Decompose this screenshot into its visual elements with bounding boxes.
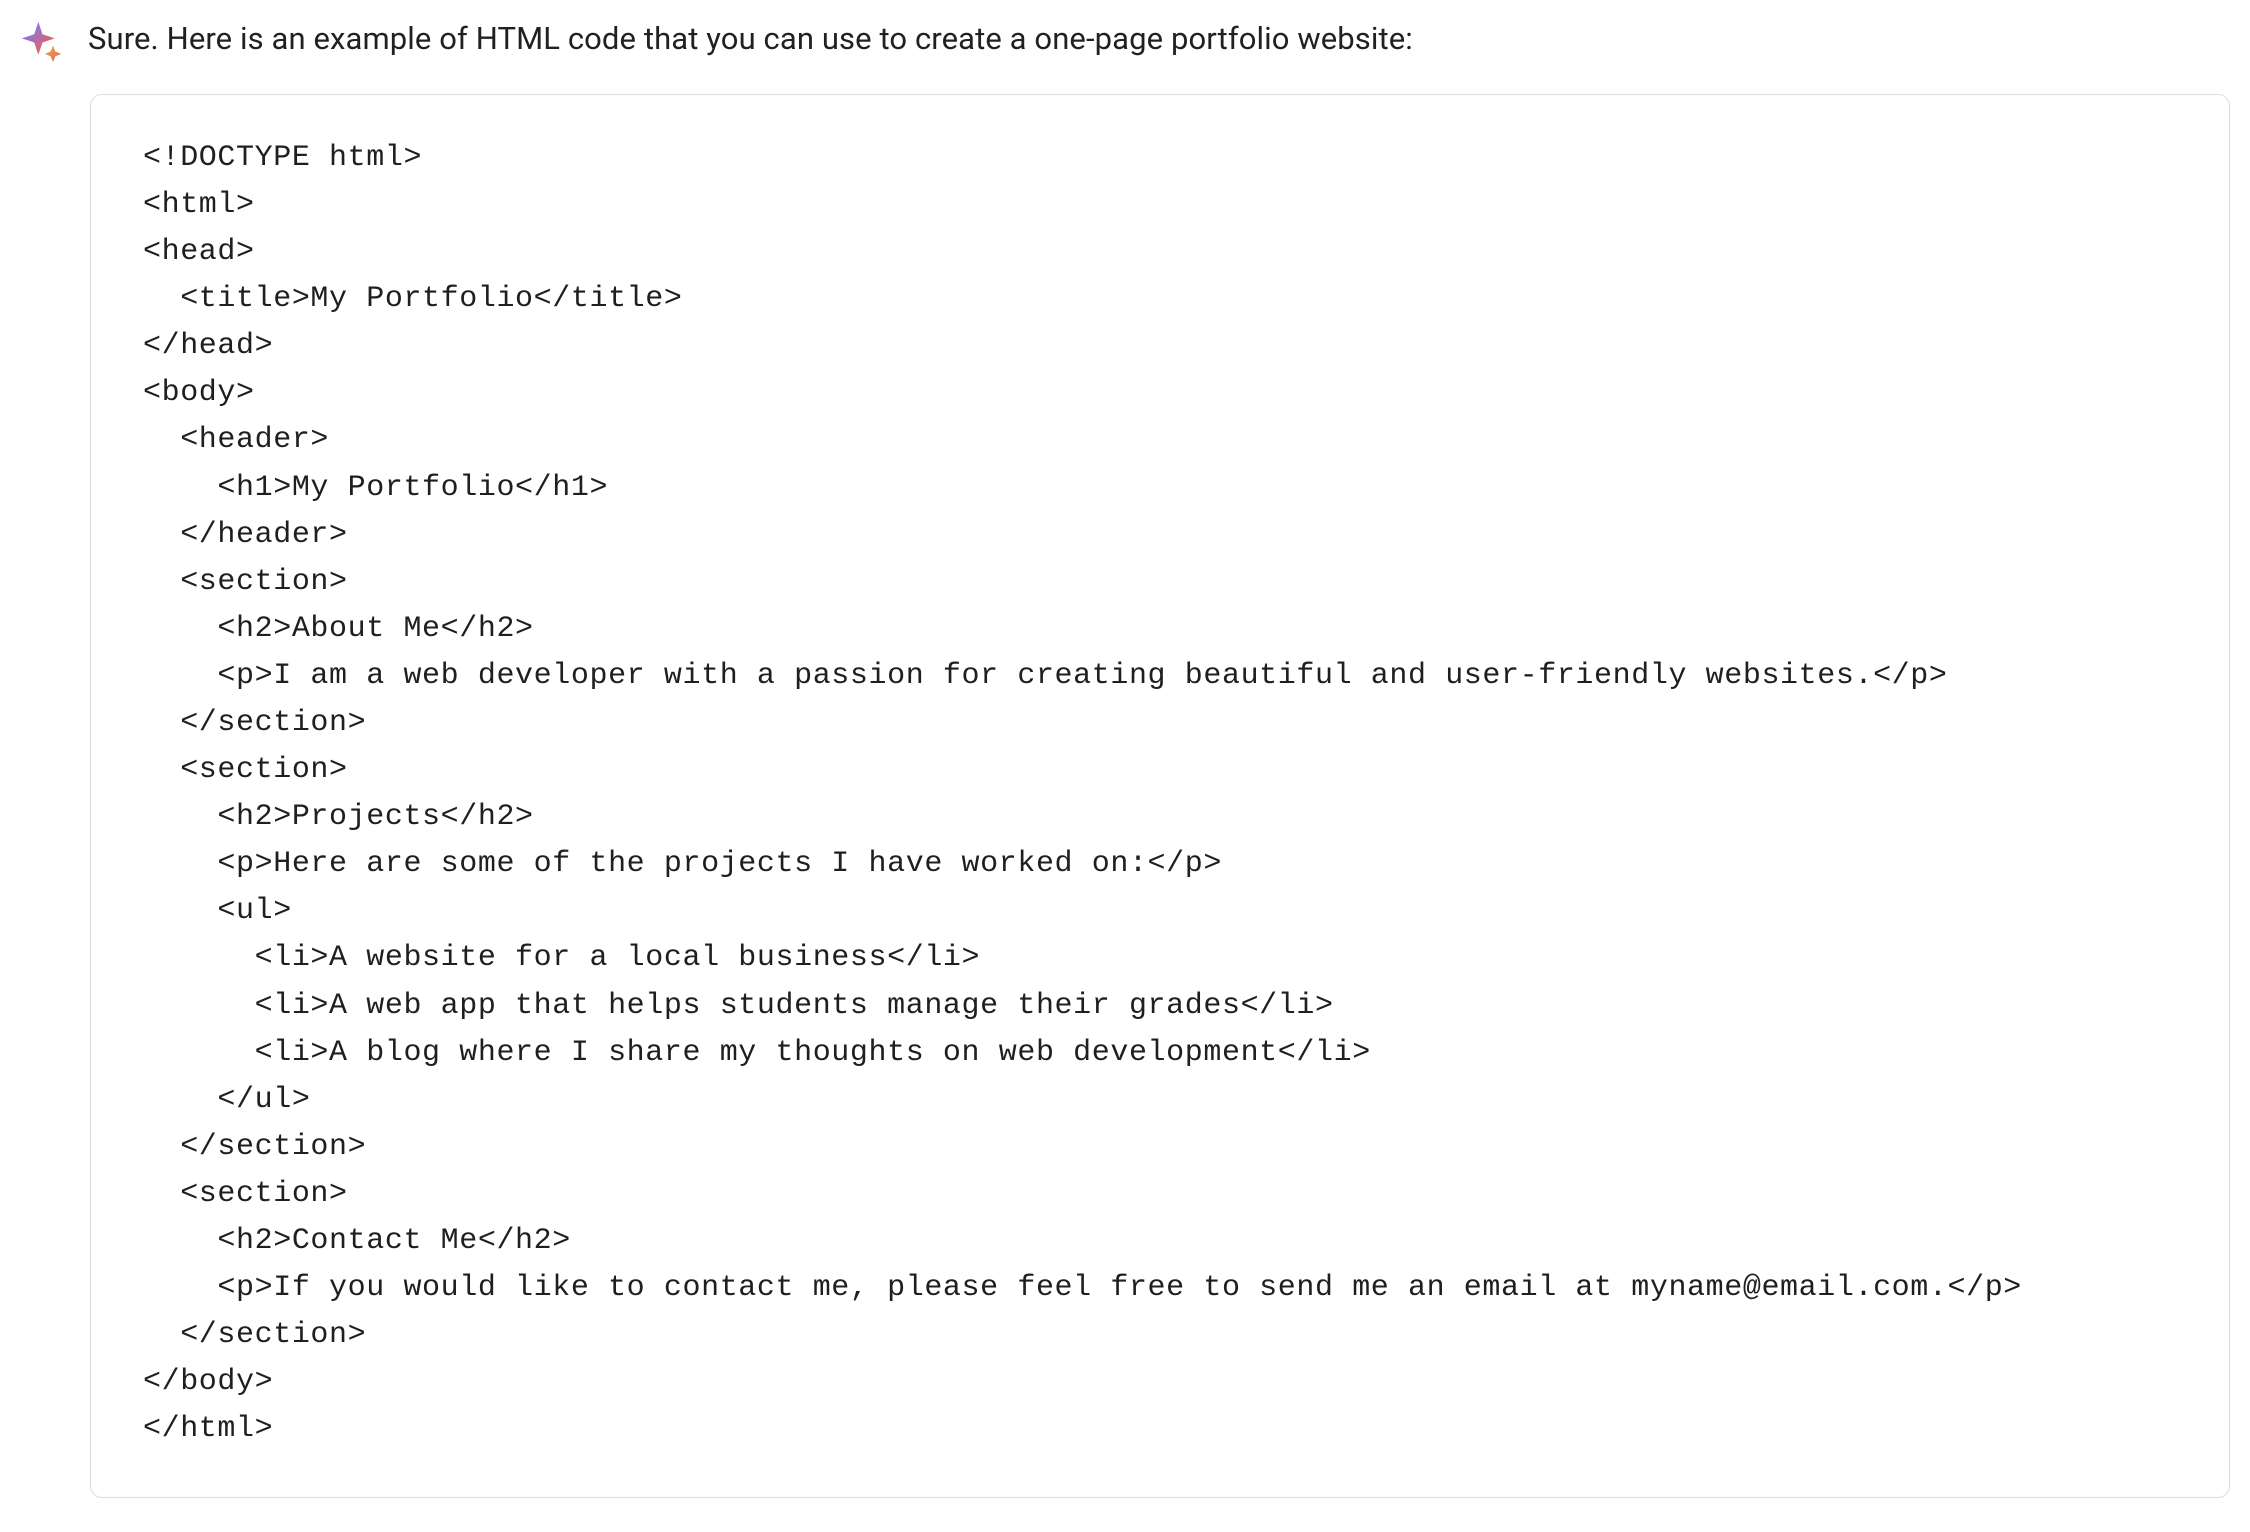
intro-text: Sure. Here is an example of HTML code th… (88, 18, 2230, 60)
code-block[interactable]: <!DOCTYPE html> <html> <head> <title>My … (90, 94, 2230, 1499)
sparkle-icon (20, 49, 64, 68)
code-text[interactable]: <!DOCTYPE html> <html> <head> <title>My … (143, 135, 2177, 1454)
assistant-message: Sure. Here is an example of HTML code th… (20, 18, 2230, 1498)
assistant-avatar (20, 20, 64, 68)
assistant-content: Sure. Here is an example of HTML code th… (88, 18, 2230, 1498)
